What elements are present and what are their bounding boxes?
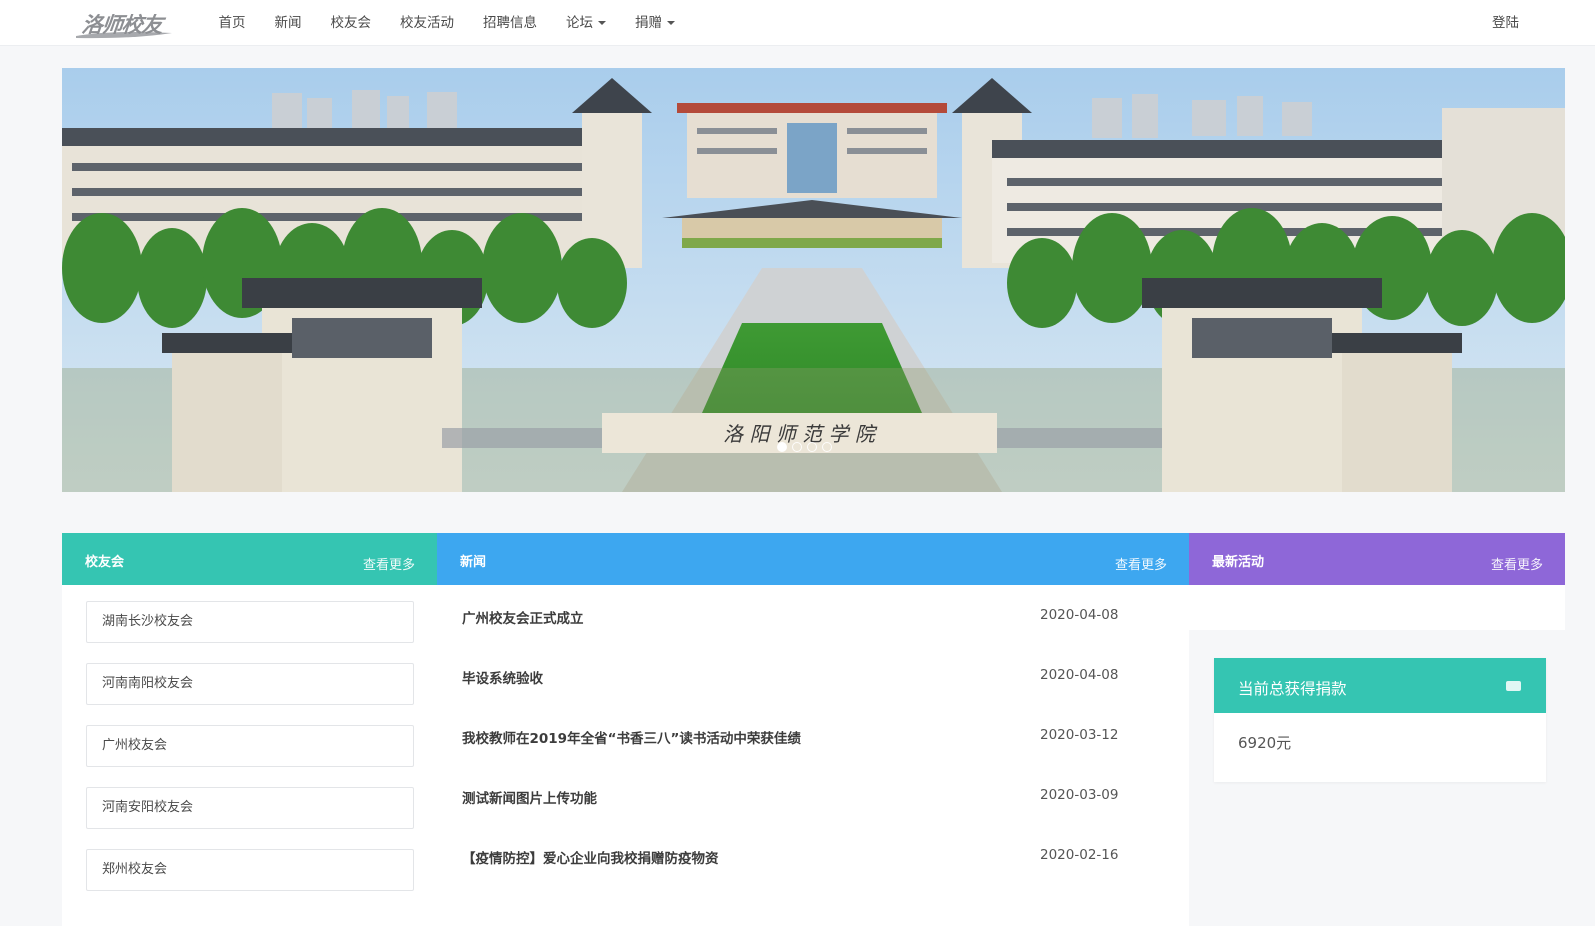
news-title[interactable]: 我校教师在2019年全省“书香三八”读书活动中荣获佳绩 (462, 727, 801, 747)
main-nav: 首页 新闻 校友会 校友活动 招聘信息 论坛 捐赠 (204, 0, 690, 46)
nav-label: 捐赠 (635, 15, 662, 31)
news-title[interactable]: 【疫情防控】爱心企业向我校捐赠防疫物资 (462, 847, 719, 867)
news-row[interactable]: 毕设系统验收 2020-04-08 (462, 667, 1118, 691)
donation-card: 当前总获得捐款 6920元 (1214, 658, 1546, 782)
campus-photo: 洛 阳 师 范 学 院 (62, 68, 1565, 492)
news-row[interactable]: 广州校友会正式成立 2020-04-08 (462, 607, 1118, 631)
news-date: 2020-03-12 (1040, 727, 1119, 743)
news-more-link[interactable]: 查看更多 (1115, 554, 1167, 573)
caret-down-icon (667, 21, 675, 25)
nav-donate-dropdown[interactable]: 捐赠 (621, 0, 690, 46)
nav-alumni-activities[interactable]: 校友活动 (386, 0, 469, 46)
site-logo[interactable]: 洛师校友 (74, 6, 176, 40)
ticket-icon (1506, 681, 1521, 691)
nav-news[interactable]: 新闻 (260, 0, 316, 46)
nav-alumni-association[interactable]: 校友会 (316, 0, 386, 46)
news-date: 2020-04-08 (1040, 607, 1119, 623)
donation-amount: 6920元 (1238, 734, 1292, 752)
carousel-indicators (777, 442, 832, 452)
activity-list-empty (1189, 585, 1565, 630)
alumni-item[interactable]: 河南安阳校友会 (86, 787, 414, 829)
carousel-dot-3[interactable] (807, 442, 817, 452)
news-row[interactable]: 我校教师在2019年全省“书香三八”读书活动中荣获佳绩 2020-03-12 (462, 727, 1118, 751)
activity-panel-title: 最新活动 (1212, 555, 1265, 570)
carousel-dot-4[interactable] (822, 442, 832, 452)
logo-text: 洛师校友 (80, 12, 164, 37)
alumni-item[interactable]: 河南南阳校友会 (86, 663, 414, 705)
news-date: 2020-02-16 (1040, 847, 1119, 863)
news-title[interactable]: 广州校友会正式成立 (462, 607, 584, 627)
alumni-panel-body: 湖南长沙校友会 河南南阳校友会 广州校友会 河南安阳校友会 郑州校友会 (62, 585, 437, 926)
news-date: 2020-04-08 (1040, 667, 1119, 683)
nav-jobs[interactable]: 招聘信息 (469, 0, 552, 46)
alumni-panel-header: 校友会 查看更多 (62, 533, 437, 585)
login-link[interactable]: 登陆 (1492, 0, 1519, 46)
nav-forum-dropdown[interactable]: 论坛 (552, 0, 621, 46)
news-row[interactable]: 测试新闻图片上传功能 2020-03-09 (462, 787, 1118, 811)
nav-label: 论坛 (566, 15, 593, 31)
donation-title: 当前总获得捐款 (1238, 680, 1347, 698)
donation-card-header: 当前总获得捐款 (1214, 658, 1546, 713)
news-date: 2020-03-09 (1040, 787, 1119, 803)
alumni-item[interactable]: 湖南长沙校友会 (86, 601, 414, 643)
top-navbar: 洛师校友 首页 新闻 校友会 校友活动 招聘信息 论坛 捐赠 登陆 (0, 0, 1595, 46)
activity-panel-header: 最新活动 查看更多 (1189, 533, 1565, 585)
nav-label: 校友活动 (400, 15, 454, 31)
nav-home[interactable]: 首页 (204, 0, 260, 46)
alumni-item[interactable]: 郑州校友会 (86, 849, 414, 891)
news-title[interactable]: 毕设系统验收 (462, 667, 543, 687)
news-panel-title: 新闻 (460, 555, 487, 570)
carousel-dot-1[interactable] (777, 442, 787, 452)
alumni-more-link[interactable]: 查看更多 (363, 554, 415, 573)
nav-label: 招聘信息 (483, 15, 537, 31)
caret-down-icon (598, 21, 606, 25)
activity-more-link[interactable]: 查看更多 (1491, 554, 1543, 573)
activity-panel-body: 当前总获得捐款 6920元 (1189, 585, 1565, 926)
nav-label: 校友会 (330, 15, 372, 31)
nav-label: 新闻 (274, 15, 302, 31)
alumni-item[interactable]: 广州校友会 (86, 725, 414, 767)
alumni-panel-title: 校友会 (85, 555, 125, 570)
news-row[interactable]: 【疫情防控】爱心企业向我校捐赠防疫物资 2020-02-16 (462, 847, 1118, 871)
news-panel-header: 新闻 查看更多 (437, 533, 1189, 585)
carousel-dot-2[interactable] (792, 442, 802, 452)
news-panel-body: 广州校友会正式成立 2020-04-08 毕设系统验收 2020-04-08 我… (437, 585, 1192, 926)
news-title[interactable]: 测试新闻图片上传功能 (462, 787, 597, 807)
hero-carousel[interactable]: 洛 阳 师 范 学 院 (62, 68, 1565, 492)
nav-label: 首页 (218, 15, 246, 31)
